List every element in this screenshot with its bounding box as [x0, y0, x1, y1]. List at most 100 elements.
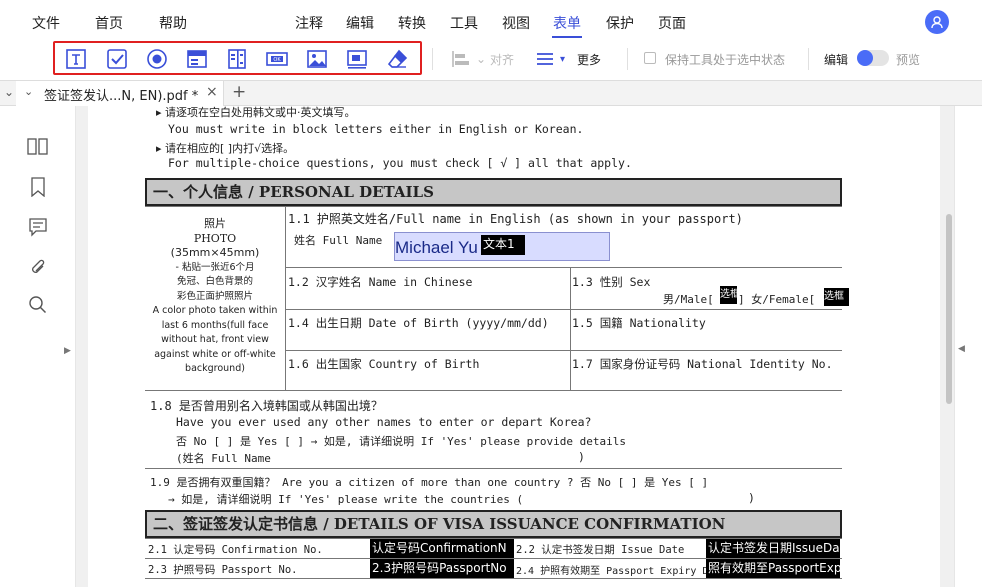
vertical-scrollbar[interactable] — [946, 214, 952, 404]
toggle-knob — [857, 50, 873, 66]
alias-name-line: (姓名 Full Name — [176, 452, 271, 465]
field-label-1-2: 1.2 汉字姓名 Name in Chinese — [288, 275, 473, 289]
tab-bar: ⌄ ⌄ 签证签发认...N, EN).pdf * × + — [0, 80, 982, 106]
table-line — [145, 468, 842, 469]
field-tag: 文本1 — [481, 235, 525, 255]
question-options: 否 No [ ] 是 Yes [ ] → 如是, 请详细说明 If 'Yes' … — [176, 435, 626, 448]
menu-form[interactable]: 表单 — [553, 13, 581, 33]
sex-male-label: 男/Male[ — [663, 293, 714, 306]
table-line — [285, 206, 286, 390]
field-label-1-3: 1.3 性别 Sex — [572, 275, 651, 289]
text-field-icon[interactable] — [65, 48, 87, 70]
active-menu-underline — [552, 36, 582, 38]
more-menu-icon[interactable] — [535, 48, 557, 70]
more-caret-icon: ▾ — [560, 54, 566, 65]
align-caret-icon: ⌄ — [476, 52, 487, 66]
sex-female-label: ] 女/Female[ — [738, 293, 816, 306]
sidebar-expand-icon[interactable]: ▶ — [64, 346, 71, 356]
field-label-2-2: 2.2 认定书签发日期 Issue Date — [516, 544, 685, 556]
field-label-1-4: 1.4 出生日期 Date of Birth (yyyy/mm/dd) — [288, 316, 549, 330]
table-line — [145, 206, 842, 207]
eraser-icon[interactable] — [386, 48, 408, 70]
menu-convert[interactable]: 转换 — [398, 13, 426, 33]
field-label-2-4: 2.4 护照有效期至 Passport Expiry Date — [516, 566, 727, 577]
tab-title: 签证签发认...N, EN).pdf * — [44, 89, 199, 104]
table-line — [570, 267, 571, 390]
section-header-personal: 一、个人信息 / PERSONAL DETAILS — [145, 178, 842, 206]
preview-mode-label: 预览 — [896, 53, 921, 67]
menu-file[interactable]: 文件 — [32, 13, 60, 33]
menu-protect[interactable]: 保护 — [606, 13, 634, 33]
alias-name-close: ) — [578, 450, 585, 464]
keep-tool-checkbox[interactable] — [644, 52, 656, 64]
field-label-2-1: 2.1 认定号码 Confirmation No. — [148, 544, 323, 556]
table-line — [285, 267, 842, 268]
passport-no-field[interactable]: 2.3护照号码PassportNo — [370, 559, 514, 578]
male-checkbox[interactable]: 选框 — [720, 286, 737, 304]
more-label[interactable]: 更多 — [577, 51, 601, 68]
tab-close-icon[interactable]: × — [206, 84, 218, 100]
menu-help[interactable]: 帮助 — [159, 13, 187, 33]
passport-expiry-field[interactable]: 照有效期至PassportExpi — [706, 559, 840, 578]
button-field-icon[interactable]: OK — [266, 48, 288, 70]
table-line — [145, 578, 842, 579]
menu-tools[interactable]: 工具 — [450, 13, 478, 33]
confirmation-no-field[interactable]: 认定号码ConfirmationN — [370, 539, 514, 558]
search-icon[interactable] — [27, 294, 49, 316]
new-tab-icon[interactable]: + — [232, 82, 246, 102]
table-line — [285, 350, 842, 351]
combo-box-icon[interactable] — [186, 48, 208, 70]
toolbar-separator — [432, 48, 433, 70]
menu-home[interactable]: 首页 — [95, 13, 123, 33]
instruction-line: ▸ 请逐项在空白处用韩文或中·英文填写。 — [156, 106, 356, 119]
menu-edit[interactable]: 编辑 — [346, 13, 374, 33]
issue-date-field[interactable]: 认定书签发日期IssueDa — [706, 539, 840, 558]
align-icon[interactable] — [450, 48, 472, 70]
instruction-line: You must write in block letters either i… — [168, 122, 584, 136]
field-label-1-8: 1.8 是否曾用别名入境韩国或从韩国出境？ — [150, 399, 383, 413]
field-label-2-3: 2.3 护照号码 Passport No. — [148, 564, 298, 576]
image-field-icon[interactable] — [306, 48, 328, 70]
menu-view[interactable]: 视图 — [502, 13, 530, 33]
question-english: Have you ever used any other names to en… — [176, 415, 592, 429]
menu-comment[interactable]: 注释 — [295, 13, 323, 33]
list-box-icon[interactable] — [226, 48, 248, 70]
instruction-line: ▸ 请在相应的[ ]内打√选择。 — [156, 142, 295, 155]
comments-icon[interactable] — [27, 216, 49, 238]
table-line — [145, 390, 842, 391]
dual-citizenship-line: → 如是, 请详细说明 If 'Yes' please write the co… — [168, 493, 524, 506]
menu-bar: 文件 首页 帮助 注释 编辑 转换 工具 视图 表单 保护 页面 — [0, 0, 982, 44]
attachment-icon[interactable] — [27, 256, 49, 278]
svg-text:OK: OK — [273, 57, 281, 63]
toolbar-separator — [627, 48, 628, 70]
bookmark-icon[interactable] — [27, 176, 49, 198]
tab-list-chevron-icon[interactable]: ⌄ — [4, 85, 14, 99]
full-name-value: Michael Yu — [395, 238, 478, 257]
field-label-1-5: 1.5 国籍 Nationality — [572, 316, 706, 330]
document-viewport: ▸ 请逐项在空白处用韩文或中·英文填写。 You must write in b… — [76, 106, 954, 587]
field-label-1-1: 1.1 护照英文姓名/Full name in English (as show… — [288, 212, 743, 226]
dual-citizenship-close: ) — [748, 491, 755, 505]
full-name-field[interactable]: Michael Yu 文本1 — [394, 232, 610, 261]
checkbox-icon[interactable] — [106, 48, 128, 70]
field-label-1-7: 1.7 国家身份证号码 National Identity No. — [572, 357, 833, 371]
user-avatar-icon[interactable] — [925, 10, 949, 34]
photo-instructions: 照片 PHOTO (35mm×45mm) - 粘贴一张近6个月 免冠、白色背景的… — [152, 217, 278, 374]
table-line — [285, 309, 842, 310]
align-label[interactable]: 对齐 — [490, 51, 514, 68]
edit-preview-toggle[interactable] — [857, 50, 889, 66]
radio-button-icon[interactable] — [146, 48, 168, 70]
right-panel-expand-icon[interactable]: ◀ — [958, 344, 965, 354]
female-checkbox[interactable]: 选框 — [824, 288, 849, 306]
edit-mode-label: 编辑 — [824, 53, 849, 67]
signature-field-icon[interactable] — [346, 48, 368, 70]
pin-icon: ⌄ — [24, 85, 34, 98]
toolbar-separator — [808, 48, 809, 70]
page-thumbnails-icon[interactable] — [27, 136, 49, 158]
pdf-page: ▸ 请逐项在空白处用韩文或中·英文填写。 You must write in b… — [88, 106, 940, 587]
menu-page[interactable]: 页面 — [658, 13, 686, 33]
document-tab[interactable]: ⌄ 签证签发认...N, EN).pdf * × — [16, 81, 224, 106]
left-sidebar: ▶ — [0, 106, 76, 587]
instruction-line: For multiple-choice questions, you must … — [168, 156, 632, 170]
section-header-visa: 二、签证签发认定书信息 / DETAILS OF VISA ISSUANCE C… — [145, 510, 842, 538]
